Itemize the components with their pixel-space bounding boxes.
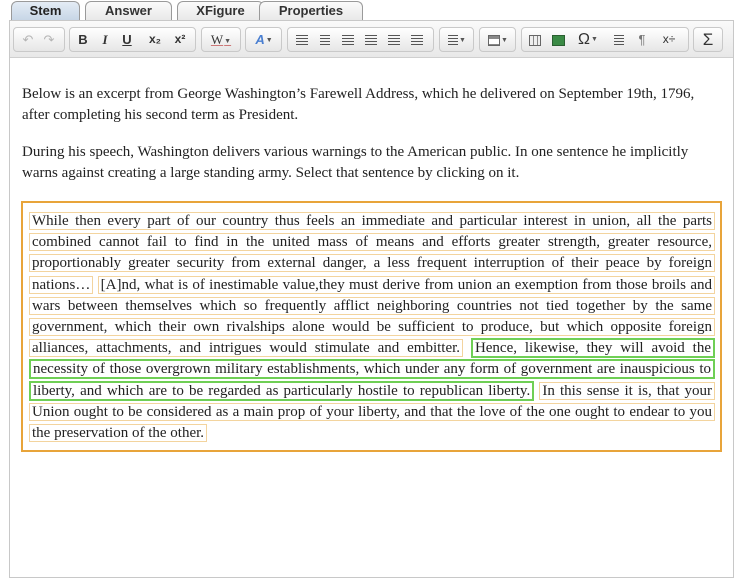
block-format-dropdown[interactable]: ▼	[483, 30, 513, 49]
editor-toolbar: ↶ ↷ B I U x₂ x² W▼ A▼ ▼ ▼ Ω▼ ¶ x÷ Σ	[10, 21, 733, 58]
indent-icon[interactable]	[385, 30, 403, 49]
tab-properties[interactable]: Properties	[259, 1, 363, 20]
superscript-button[interactable]: x²	[169, 30, 191, 49]
passage-text: While then every part of our country thu…	[29, 211, 716, 444]
align-left-icon[interactable]	[293, 30, 311, 49]
hot-text-passage: While then every part of our country thu…	[21, 201, 722, 452]
history-group: ↶ ↷	[13, 27, 65, 52]
special-format-label: W	[210, 32, 224, 47]
insert-group: Ω▼ ¶ x÷	[521, 27, 689, 52]
list-group: ▼	[439, 27, 474, 52]
horizontal-rule-icon[interactable]	[610, 30, 628, 49]
rich-text-editor: ↶ ↷ B I U x₂ x² W▼ A▼ ▼ ▼ Ω▼ ¶ x÷ Σ Belo…	[9, 20, 734, 578]
tab-answer[interactable]: Answer	[85, 1, 172, 20]
tab-xfigure[interactable]: XFigure	[177, 1, 264, 20]
numbered-list-dropdown[interactable]: ▼	[443, 30, 471, 49]
special-format-group: W▼	[201, 27, 241, 52]
font-style-icon: A	[255, 32, 265, 47]
undo-icon[interactable]: ↶	[19, 30, 37, 49]
equation-group: Σ	[693, 27, 723, 52]
math-operators-icon[interactable]: x÷	[656, 30, 682, 49]
intro-paragraph: Below is an excerpt from George Washingt…	[22, 86, 695, 123]
bold-button[interactable]: B	[74, 30, 92, 49]
sigma-icon[interactable]: Σ	[697, 30, 719, 49]
alignment-group	[287, 27, 434, 52]
table-icon[interactable]	[526, 30, 544, 49]
font-style-group: A▼	[245, 27, 282, 52]
underline-button[interactable]: U	[118, 30, 136, 49]
align-right-icon[interactable]	[339, 30, 357, 49]
block-group: ▼	[479, 27, 516, 52]
italic-button[interactable]: I	[96, 30, 114, 49]
chevron-down-icon: ▼	[265, 37, 273, 45]
tab-stem[interactable]: Stem	[11, 1, 80, 20]
pilcrow-icon[interactable]: ¶	[633, 30, 651, 49]
font-style-dropdown[interactable]: A▼	[250, 30, 278, 49]
special-format-dropdown[interactable]: W▼	[206, 30, 236, 49]
chevron-down-icon: ▼	[501, 37, 508, 45]
format-group: B I U x₂ x²	[69, 27, 196, 52]
omega-icon: Ω	[578, 31, 591, 48]
chevron-down-icon: ▼	[459, 37, 466, 45]
image-icon[interactable]	[549, 30, 567, 49]
align-center-icon[interactable]	[316, 30, 334, 49]
outdent-icon[interactable]	[408, 30, 426, 49]
chevron-down-icon: ▼	[224, 36, 232, 45]
redo-icon[interactable]: ↷	[40, 30, 58, 49]
special-character-dropdown[interactable]: Ω▼	[572, 30, 604, 49]
subscript-button[interactable]: x₂	[144, 30, 166, 49]
align-justify-icon[interactable]	[362, 30, 380, 49]
instruction-paragraph: During his speech, Washington delivers v…	[22, 144, 689, 181]
tab-bar: Stem Answer XFigure Properties	[11, 0, 738, 20]
chevron-down-icon: ▼	[591, 36, 598, 44]
